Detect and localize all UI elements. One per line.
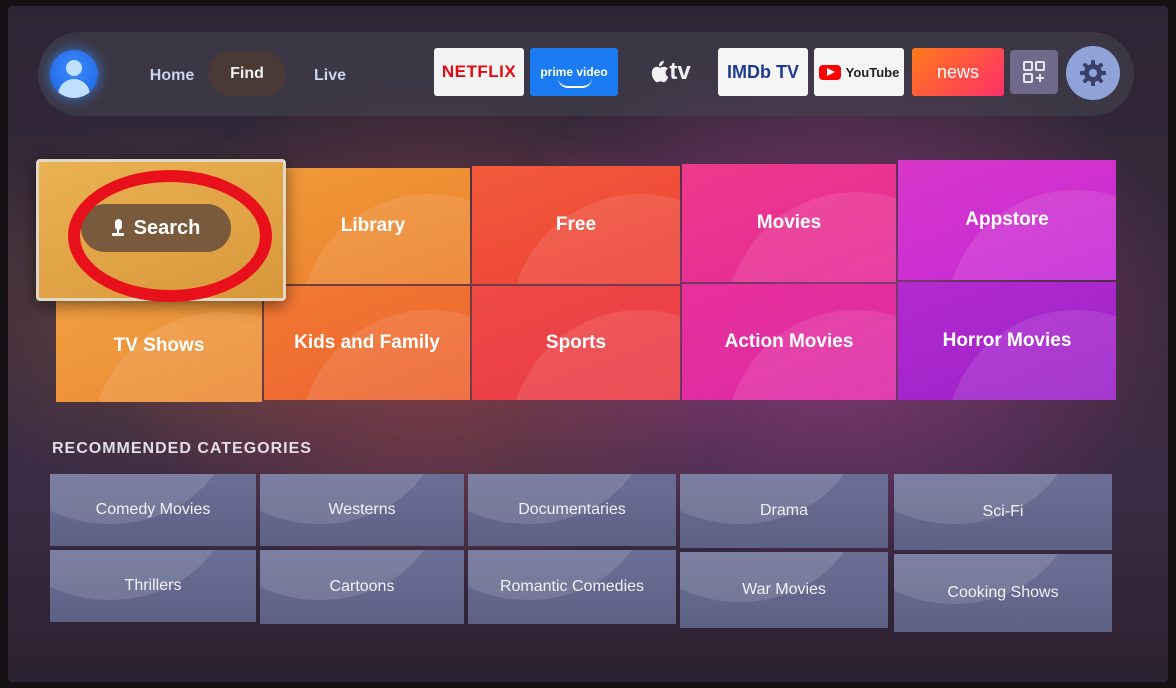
- tile-label: TV Shows: [113, 335, 205, 356]
- category-label: Thrillers: [124, 577, 182, 594]
- tile-appstore[interactable]: Appstore: [898, 160, 1116, 280]
- all-apps-icon[interactable]: [1010, 50, 1058, 94]
- tab-find[interactable]: Find: [208, 52, 286, 96]
- apple-tv-label: tv: [669, 58, 691, 85]
- category-label: Sci-Fi: [982, 503, 1024, 520]
- category-drama[interactable]: Drama: [680, 474, 888, 548]
- tile-label: Sports: [545, 332, 607, 353]
- tile-action-movies[interactable]: Action Movies: [682, 284, 896, 400]
- category-documentaries[interactable]: Documentaries: [468, 474, 676, 546]
- top-nav-bar: Home Find Live NETFLIX prime video tv IM…: [38, 32, 1134, 116]
- category-label: Documentaries: [518, 501, 626, 518]
- tile-sports[interactable]: Sports: [472, 286, 680, 400]
- apple-tv-app-tile[interactable]: tv: [630, 48, 710, 96]
- tile-library[interactable]: Library: [276, 168, 470, 284]
- tile-kids-and-family[interactable]: Kids and Family: [264, 286, 470, 400]
- tile-free[interactable]: Free: [472, 166, 680, 284]
- category-label: Drama: [759, 502, 808, 519]
- category-label: Cartoons: [329, 578, 395, 595]
- news-app-tile[interactable]: news: [912, 48, 1004, 96]
- apple-logo-icon: [652, 60, 669, 83]
- netflix-label: NETFLIX: [441, 62, 517, 81]
- red-annotation-circle: [68, 170, 272, 302]
- category-cooking-shows[interactable]: Cooking Shows: [894, 554, 1112, 632]
- profile-icon[interactable]: [50, 50, 98, 98]
- tile-label: Appstore: [965, 209, 1049, 230]
- tab-home[interactable]: Home: [142, 60, 202, 92]
- category-romantic-comedies[interactable]: Romantic Comedies: [468, 550, 676, 624]
- settings-gear-icon[interactable]: [1066, 46, 1120, 100]
- section-heading-recommended: RECOMMENDED CATEGORIES: [52, 440, 312, 457]
- category-war-movies[interactable]: War Movies: [680, 552, 888, 628]
- netflix-app-tile[interactable]: NETFLIX: [434, 48, 524, 96]
- tile-label: Library: [340, 215, 406, 236]
- category-comedy-movies[interactable]: Comedy Movies: [50, 474, 256, 546]
- tv-screen: Home Find Live NETFLIX prime video tv IM…: [8, 6, 1168, 682]
- tile-horror-movies[interactable]: Horror Movies: [898, 282, 1116, 400]
- category-sci-fi[interactable]: Sci-Fi: [894, 474, 1112, 550]
- youtube-play-icon: [818, 64, 841, 80]
- news-label: news: [936, 61, 980, 82]
- tile-movies[interactable]: Movies: [682, 164, 896, 282]
- tile-label: Movies: [756, 212, 822, 233]
- category-label: Comedy Movies: [95, 501, 211, 518]
- youtube-label: YouTube: [845, 64, 900, 80]
- tab-live[interactable]: Live: [306, 60, 354, 92]
- category-label: War Movies: [742, 581, 826, 598]
- tile-label: Kids and Family: [294, 332, 440, 353]
- tile-label: Free: [555, 214, 597, 235]
- tile-label: Action Movies: [724, 331, 854, 352]
- tile-tv-shows[interactable]: TV Shows: [56, 290, 262, 402]
- prime-video-label: prime video: [540, 65, 608, 79]
- grid-plus-icon: [1023, 61, 1045, 83]
- prime-smile-icon: [558, 78, 592, 88]
- imdb-tv-label: IMDb TV: [727, 61, 799, 82]
- category-cartoons[interactable]: Cartoons: [260, 550, 464, 624]
- category-westerns[interactable]: Westerns: [260, 474, 464, 546]
- youtube-app-tile[interactable]: YouTube: [814, 48, 904, 96]
- category-label: Westerns: [328, 501, 396, 518]
- gear-icon: [1080, 60, 1106, 86]
- tile-label: Horror Movies: [942, 330, 1072, 351]
- category-label: Cooking Shows: [947, 584, 1059, 601]
- category-label: Romantic Comedies: [499, 578, 645, 595]
- prime-video-app-tile[interactable]: prime video: [530, 48, 618, 96]
- category-thrillers[interactable]: Thrillers: [50, 550, 256, 622]
- imdb-tv-app-tile[interactable]: IMDb TV: [718, 48, 808, 96]
